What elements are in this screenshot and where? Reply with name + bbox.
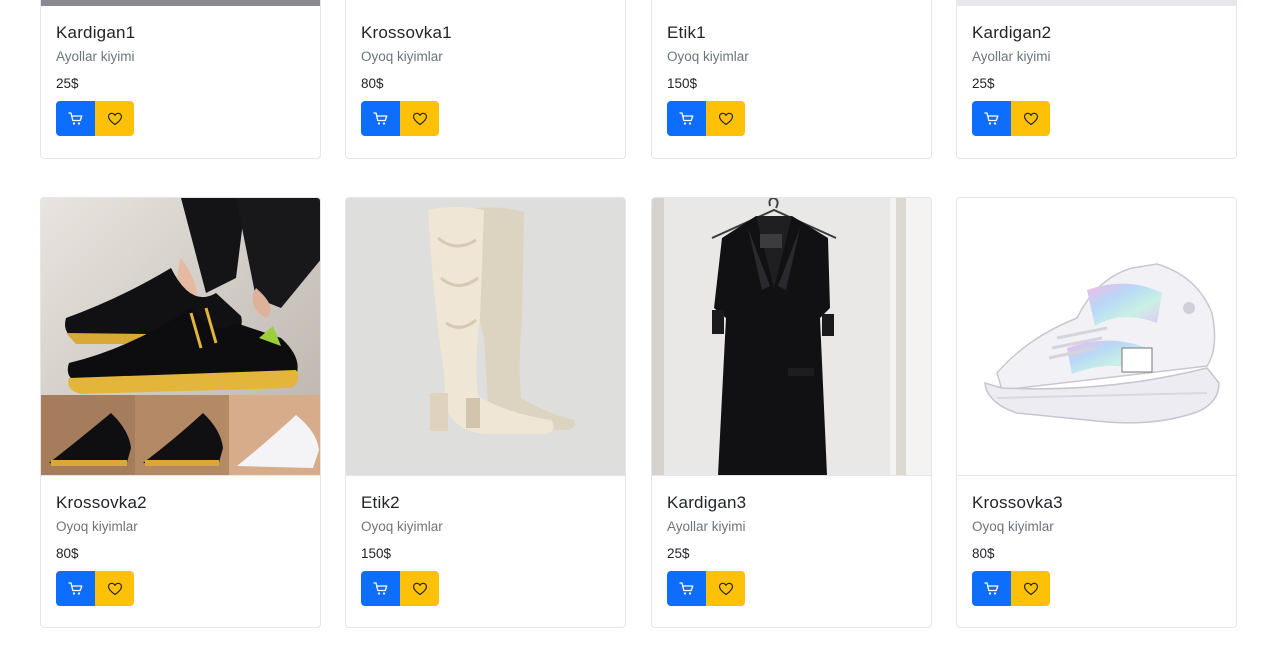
product-image[interactable] xyxy=(652,198,931,476)
cart-icon xyxy=(678,111,693,125)
add-to-favorites-button[interactable] xyxy=(400,571,439,606)
add-to-cart-button[interactable] xyxy=(972,101,1011,136)
product-title[interactable]: Kardigan1 xyxy=(56,22,305,44)
product-title[interactable]: Etik2 xyxy=(361,492,610,514)
add-to-cart-button[interactable] xyxy=(667,571,706,606)
add-to-favorites-button[interactable] xyxy=(95,571,134,606)
product-title[interactable]: Krossovka2 xyxy=(56,492,305,514)
heart-icon xyxy=(718,112,733,125)
heart-icon xyxy=(1023,582,1038,595)
product-price: 80$ xyxy=(972,546,995,561)
add-to-favorites-button[interactable] xyxy=(1011,101,1050,136)
cart-icon xyxy=(983,581,998,595)
heart-icon xyxy=(412,112,427,125)
product-category: Oyoq kiyimlar xyxy=(361,49,443,64)
product-category: Oyoq kiyimlar xyxy=(56,519,138,534)
product-card-etik2: Etik2 Oyoq kiyimlar 150$ xyxy=(345,197,626,628)
add-to-cart-button[interactable] xyxy=(972,571,1011,606)
cart-icon xyxy=(372,111,387,125)
product-price: 25$ xyxy=(667,546,690,561)
add-to-cart-button[interactable] xyxy=(361,101,400,136)
product-price: 150$ xyxy=(361,546,392,561)
product-price: 25$ xyxy=(56,76,79,91)
product-title[interactable]: Kardigan2 xyxy=(972,22,1221,44)
boots-photo xyxy=(346,198,625,475)
add-to-favorites-button[interactable] xyxy=(400,101,439,136)
product-card-krossovka1: Krossovka1 Oyoq kiyimlar 80$ xyxy=(345,0,626,159)
heart-icon xyxy=(107,582,122,595)
product-title[interactable]: Krossovka1 xyxy=(361,22,610,44)
add-to-favorites-button[interactable] xyxy=(1011,571,1050,606)
heart-icon xyxy=(718,582,733,595)
white-sneaker-photo xyxy=(957,198,1236,475)
cart-icon xyxy=(678,581,693,595)
vest-photo xyxy=(652,198,931,475)
product-card-etik1: Etik1 Oyoq kiyimlar 150$ xyxy=(651,0,932,159)
cart-icon xyxy=(67,581,82,595)
product-card-kardigan3: Kardigan3 Ayollar kiyimi 25$ xyxy=(651,197,932,628)
product-card-krossovka2: Krossovka2 Oyoq kiyimlar 80$ xyxy=(40,197,321,628)
add-to-cart-button[interactable] xyxy=(667,101,706,136)
product-category: Oyoq kiyimlar xyxy=(972,519,1054,534)
product-image[interactable] xyxy=(957,198,1236,476)
cart-icon xyxy=(67,111,82,125)
product-card-kardigan1: Kardigan1 Ayollar kiyimi 25$ xyxy=(40,0,321,159)
product-price: 80$ xyxy=(361,76,384,91)
sneakers-photo xyxy=(41,198,320,475)
product-category: Ayollar kiyimi xyxy=(972,49,1051,64)
product-category: Oyoq kiyimlar xyxy=(361,519,443,534)
product-category: Ayollar kiyimi xyxy=(56,49,135,64)
product-title[interactable]: Krossovka3 xyxy=(972,492,1221,514)
add-to-cart-button[interactable] xyxy=(56,101,95,136)
heart-icon xyxy=(107,112,122,125)
product-image[interactable] xyxy=(41,198,320,476)
heart-icon xyxy=(412,582,427,595)
heart-icon xyxy=(1023,112,1038,125)
product-price: 80$ xyxy=(56,546,79,561)
product-category: Ayollar kiyimi xyxy=(667,519,746,534)
product-category: Oyoq kiyimlar xyxy=(667,49,749,64)
product-title[interactable]: Kardigan3 xyxy=(667,492,916,514)
add-to-favorites-button[interactable] xyxy=(706,101,745,136)
cart-icon xyxy=(372,581,387,595)
product-price: 150$ xyxy=(667,76,698,91)
add-to-favorites-button[interactable] xyxy=(95,101,134,136)
product-title[interactable]: Etik1 xyxy=(667,22,916,44)
product-card-krossovka3: Krossovka3 Oyoq kiyimlar 80$ xyxy=(956,197,1237,628)
product-image[interactable] xyxy=(346,198,625,476)
add-to-favorites-button[interactable] xyxy=(706,571,745,606)
product-card-kardigan2: Kardigan2 Ayollar kiyimi 25$ xyxy=(956,0,1237,159)
add-to-cart-button[interactable] xyxy=(56,571,95,606)
add-to-cart-button[interactable] xyxy=(361,571,400,606)
product-price: 25$ xyxy=(972,76,995,91)
cart-icon xyxy=(983,111,998,125)
